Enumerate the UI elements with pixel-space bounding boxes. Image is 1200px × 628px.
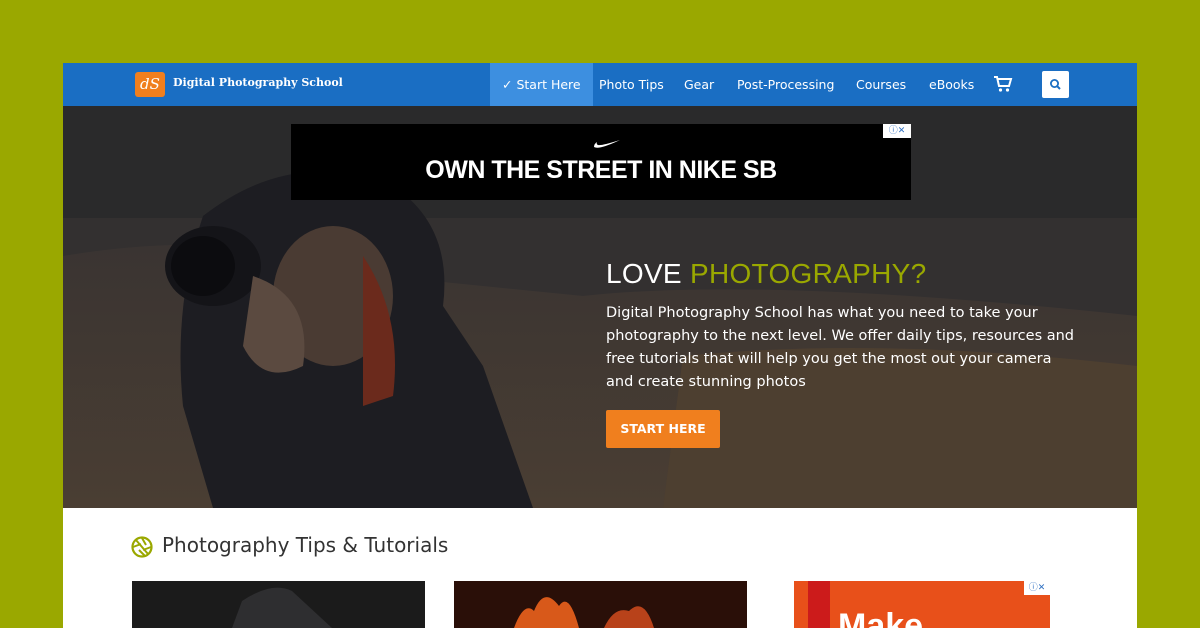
top-navbar: dS Digital Photography School ✓ Start He… bbox=[63, 63, 1137, 106]
hero-description: Digital Photography School has what you … bbox=[606, 305, 1075, 390]
article-card-thumbnail[interactable] bbox=[132, 581, 425, 628]
page-frame: dS Digital Photography School ✓ Start He… bbox=[63, 63, 1137, 628]
search-button[interactable] bbox=[1042, 71, 1069, 98]
site-logo[interactable]: dS bbox=[135, 72, 165, 97]
nav-gear[interactable]: Gear bbox=[684, 63, 714, 106]
nav-courses[interactable]: Courses bbox=[856, 63, 906, 106]
hero-title-accent: PHOTOGRAPHY? bbox=[689, 258, 927, 289]
nav-ebooks[interactable]: eBooks bbox=[929, 63, 974, 106]
side-ad[interactable]: Make ⓘ✕ bbox=[794, 581, 1050, 628]
cart-icon[interactable] bbox=[993, 75, 1013, 93]
brand-name[interactable]: Digital Photography School bbox=[173, 76, 343, 89]
nav-post-processing[interactable]: Post-Processing bbox=[737, 63, 834, 106]
aperture-icon bbox=[131, 536, 153, 558]
nav-start-here[interactable]: ✓ Start Here bbox=[490, 63, 593, 106]
hero-section: OWN THE STREET IN NIKE SB ⓘ✕ LOVE PHOTOG… bbox=[63, 106, 1137, 508]
swoosh-icon bbox=[594, 140, 620, 148]
search-icon bbox=[1049, 78, 1061, 90]
article-card-thumbnail[interactable] bbox=[454, 581, 747, 628]
ad-headline: OWN THE STREET IN NIKE SB bbox=[425, 156, 777, 184]
ad-choices-close[interactable]: ⓘ✕ bbox=[1024, 581, 1050, 595]
card-image bbox=[454, 581, 747, 628]
card-image bbox=[132, 581, 425, 628]
start-here-button[interactable]: START HERE bbox=[606, 410, 720, 448]
hero-title: LOVE PHOTOGRAPHY? bbox=[606, 258, 926, 290]
ad-banner-top[interactable]: OWN THE STREET IN NIKE SB ⓘ✕ bbox=[291, 124, 911, 200]
nav-photo-tips[interactable]: Photo Tips bbox=[599, 63, 664, 106]
section-title: Photography Tips & Tutorials bbox=[162, 533, 449, 557]
side-ad-text: Make bbox=[838, 607, 924, 628]
ad-choices-close[interactable]: ⓘ✕ bbox=[883, 124, 911, 138]
hero-title-plain: LOVE bbox=[606, 258, 690, 289]
adobe-logo bbox=[808, 581, 830, 628]
